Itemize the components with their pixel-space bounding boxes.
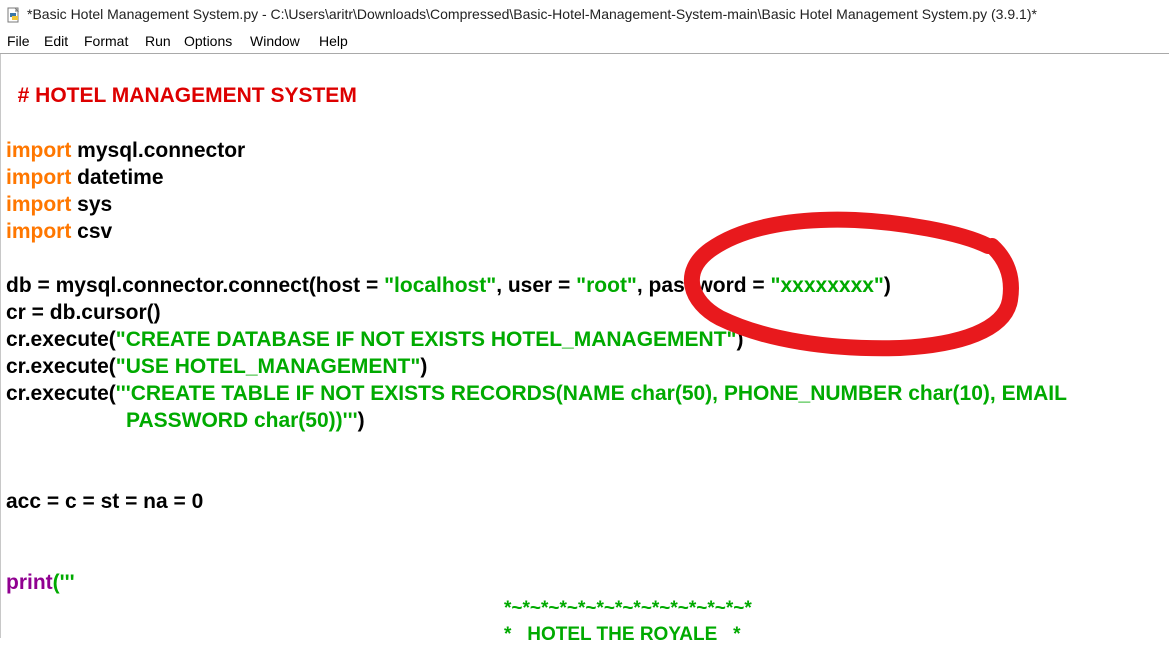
string-user: "root" (576, 274, 637, 297)
code-line-1: # HOTEL MANAGEMENT SYSTEM (6, 57, 357, 109)
code-line-execute-3-cont: PASSWORD char(50))''') (126, 408, 365, 434)
keyword-import: import (6, 220, 72, 243)
code-text: db = mysql.connector.connect(host = (6, 274, 385, 297)
menu-edit[interactable]: Edit (44, 33, 68, 49)
code-text: cr.execute( (6, 382, 116, 405)
code-line-execute-2: cr.execute("USE HOTEL_MANAGEMENT") (6, 354, 427, 380)
code-line-acc: acc = c = st = na = 0 (6, 489, 203, 515)
code-line-import-2: import datetime (6, 165, 164, 191)
module-name: sys (71, 193, 113, 216)
code-line-import-3: import sys (6, 192, 112, 218)
builtin-print: print (6, 571, 53, 594)
module-name: csv (71, 220, 113, 243)
code-text: , user = (496, 274, 577, 297)
string-banner: * HOTEL THE ROYALE * (504, 624, 741, 645)
code-line-import-4: import csv (6, 219, 112, 245)
code-line-print: print(''' (6, 570, 75, 596)
code-text: ) (357, 409, 365, 432)
string-host: "localhost" (384, 274, 497, 297)
code-line-db-connect: db = mysql.connector.connect(host = "loc… (6, 273, 891, 299)
code-text: ) (883, 274, 891, 297)
editor-border (0, 54, 1, 638)
code-text: ) (736, 328, 744, 351)
title-bar: *Basic Hotel Management System.py - C:\U… (0, 0, 1169, 30)
keyword-import: import (6, 139, 72, 162)
code-text: cr = db.cursor() (6, 301, 161, 324)
code-line-banner-2: * HOTEL THE ROYALE * (504, 622, 741, 648)
string-sql: '''CREATE TABLE IF NOT EXISTS RECORDS(NA… (115, 382, 1067, 405)
module-name: mysql.connector (71, 139, 246, 162)
keyword-import: import (6, 166, 72, 189)
python-file-icon (7, 7, 20, 23)
window-title: *Basic Hotel Management System.py - C:\U… (27, 6, 1037, 22)
string-open: (''' (52, 571, 75, 594)
code-line-execute-1: cr.execute("CREATE DATABASE IF NOT EXIST… (6, 327, 744, 353)
module-name: datetime (71, 166, 164, 189)
menu-run[interactable]: Run (145, 33, 171, 49)
menu-window[interactable]: Window (250, 33, 300, 49)
code-text: cr.execute( (6, 328, 116, 351)
code-line-execute-3: cr.execute('''CREATE TABLE IF NOT EXISTS… (6, 381, 1067, 407)
comment-text: # HOTEL MANAGEMENT SYSTEM (17, 84, 357, 107)
code-line-import-1: import mysql.connector (6, 138, 245, 164)
menu-bar: File Edit Format Run Options Window Help (0, 30, 1169, 53)
menu-file[interactable]: File (7, 33, 30, 49)
code-text: , password = (636, 274, 771, 297)
string-sql: "USE HOTEL_MANAGEMENT" (115, 355, 421, 378)
code-text: cr.execute( (6, 355, 116, 378)
menu-format[interactable]: Format (84, 33, 128, 49)
code-line-cursor: cr = db.cursor() (6, 300, 161, 326)
code-text: ) (420, 355, 428, 378)
string-sql: PASSWORD char(50))''' (126, 409, 358, 432)
menu-options[interactable]: Options (184, 33, 232, 49)
keyword-import: import (6, 193, 72, 216)
code-line-banner-1: *~*~*~*~*~*~*~*~*~*~*~*~*~* (504, 596, 752, 622)
string-sql: "CREATE DATABASE IF NOT EXISTS HOTEL_MAN… (115, 328, 737, 351)
code-text: acc = c = st = na = 0 (6, 490, 204, 513)
string-banner: *~*~*~*~*~*~*~*~*~*~*~*~*~* (504, 598, 752, 619)
string-password: "xxxxxxxx" (770, 274, 884, 297)
menu-help[interactable]: Help (319, 33, 348, 49)
